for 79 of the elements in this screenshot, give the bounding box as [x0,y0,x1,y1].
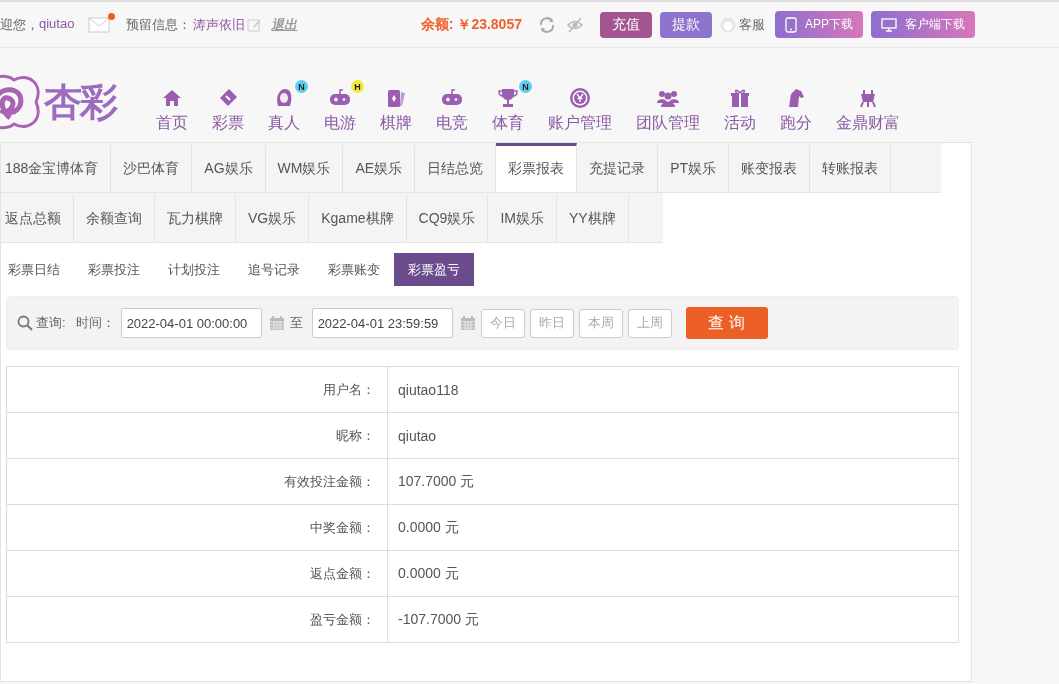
sub-tab[interactable]: 计划投注 [154,253,234,286]
sub-tab[interactable]: 追号记录 [234,253,314,286]
report-tab[interactable]: AE娱乐 [343,143,416,192]
report-tab[interactable]: IM娱乐 [488,193,557,242]
report-tab[interactable]: 账变报表 [729,143,811,192]
withdraw-button[interactable]: 提款 [660,11,712,38]
report-tab[interactable]: 彩票报表 [496,143,578,192]
nav-badge: N [519,80,532,93]
nav-item[interactable]: N 体育 [480,78,536,134]
end-time-field[interactable]: 2022-04-01 23:59:59 [311,308,453,338]
report-tab[interactable]: 充提记录 [577,143,659,192]
sub-tab[interactable]: 彩票投注 [74,253,154,286]
report-tab[interactable]: PT娱乐 [658,143,730,192]
report-tab[interactable]: AG娱乐 [192,143,266,192]
nav-badge: H [351,80,364,93]
field-value: -107.7000 元 [397,609,479,629]
nav-item[interactable]: 首页 [144,78,200,134]
nav-item[interactable]: 棋牌 [368,78,424,134]
field-label: 中奖金额： [7,505,388,550]
to-label: 至 [289,314,303,332]
phone-icon [785,16,797,33]
report-tab[interactable]: Kgame棋牌 [309,193,407,242]
reserved-label: 预留信息： [126,15,192,34]
nav-badge: N [295,80,308,93]
report-tab[interactable]: 返点总额 [1,193,74,242]
nav-item[interactable]: 账户管理 [536,78,624,134]
field-value: 0.0000 元 [397,517,459,537]
trophy-icon [496,86,520,110]
nav-item[interactable]: 团队管理 [624,78,712,134]
field-label: 返点金额： [7,551,388,596]
greeting-text: 迎您， [0,15,39,34]
nav-item[interactable]: 电竞 [424,78,480,134]
refresh-icon[interactable] [538,15,556,34]
balance-label: 余额: [420,15,454,34]
report-tab[interactable]: 沙巴体育 [111,143,193,192]
monitor-icon [881,17,897,32]
edit-icon [247,17,262,32]
report-tab[interactable]: VG娱乐 [236,193,310,242]
search-icon [17,315,33,331]
avatar-icon [720,16,736,33]
nav-item[interactable]: 跑分 [768,78,824,134]
field-value: qiutao [397,426,437,446]
nav-item[interactable]: N 真人 [256,78,312,134]
sub-tab[interactable]: 彩票盈亏 [394,253,474,286]
field-value: 0.0000 元 [397,563,459,583]
sub-tab[interactable]: 彩票日结 [1,253,74,286]
field-label: 用户名： [7,367,388,412]
reserved-value: 涛声依旧 [193,15,246,34]
report-tab[interactable]: 余额查询 [74,193,155,242]
nav-item[interactable]: 活动 [712,78,768,134]
report-tab[interactable]: 转账报表 [810,143,892,192]
calendar-icon [268,315,285,331]
logo-text: 杏彩 [44,77,116,126]
field-label: 有效投注金额： [7,459,388,504]
report-tab[interactable]: 瓦力棋牌 [155,193,236,242]
field-label: 昵称： [7,413,388,458]
envelope-icon [88,16,111,33]
report-tab[interactable]: CQ9娱乐 [406,193,489,242]
nav-item[interactable]: 彩票 [200,78,256,134]
report-tab[interactable]: 188金宝博体育 [1,143,112,192]
field-label: 盈亏金额： [7,597,388,642]
service-link[interactable]: 客服 [720,15,765,34]
username: qiutao [39,15,75,33]
field-value: qiutao118 [397,380,459,400]
nav-item[interactable]: H 电游 [312,78,368,134]
start-time-field[interactable]: 2022-04-01 00:00:00 [120,308,262,338]
query-label: 查询: [36,314,66,332]
hide-icon[interactable] [566,15,584,34]
gift-icon [728,86,752,110]
calendar-icon [459,315,476,331]
sub-tab[interactable]: 彩票账变 [314,253,394,286]
report-tab[interactable]: WM娱乐 [265,143,344,192]
report-tab[interactable]: YY棋牌 [556,193,629,242]
nav-item[interactable]: 金鼎财富 [824,78,912,134]
balance-value: ￥23.8057 [457,15,522,34]
deposit-button[interactable]: 充值 [600,11,652,38]
coin-icon [568,86,592,110]
field-value: 107.7000 元 [397,471,475,491]
time-label: 时间： [75,314,115,332]
